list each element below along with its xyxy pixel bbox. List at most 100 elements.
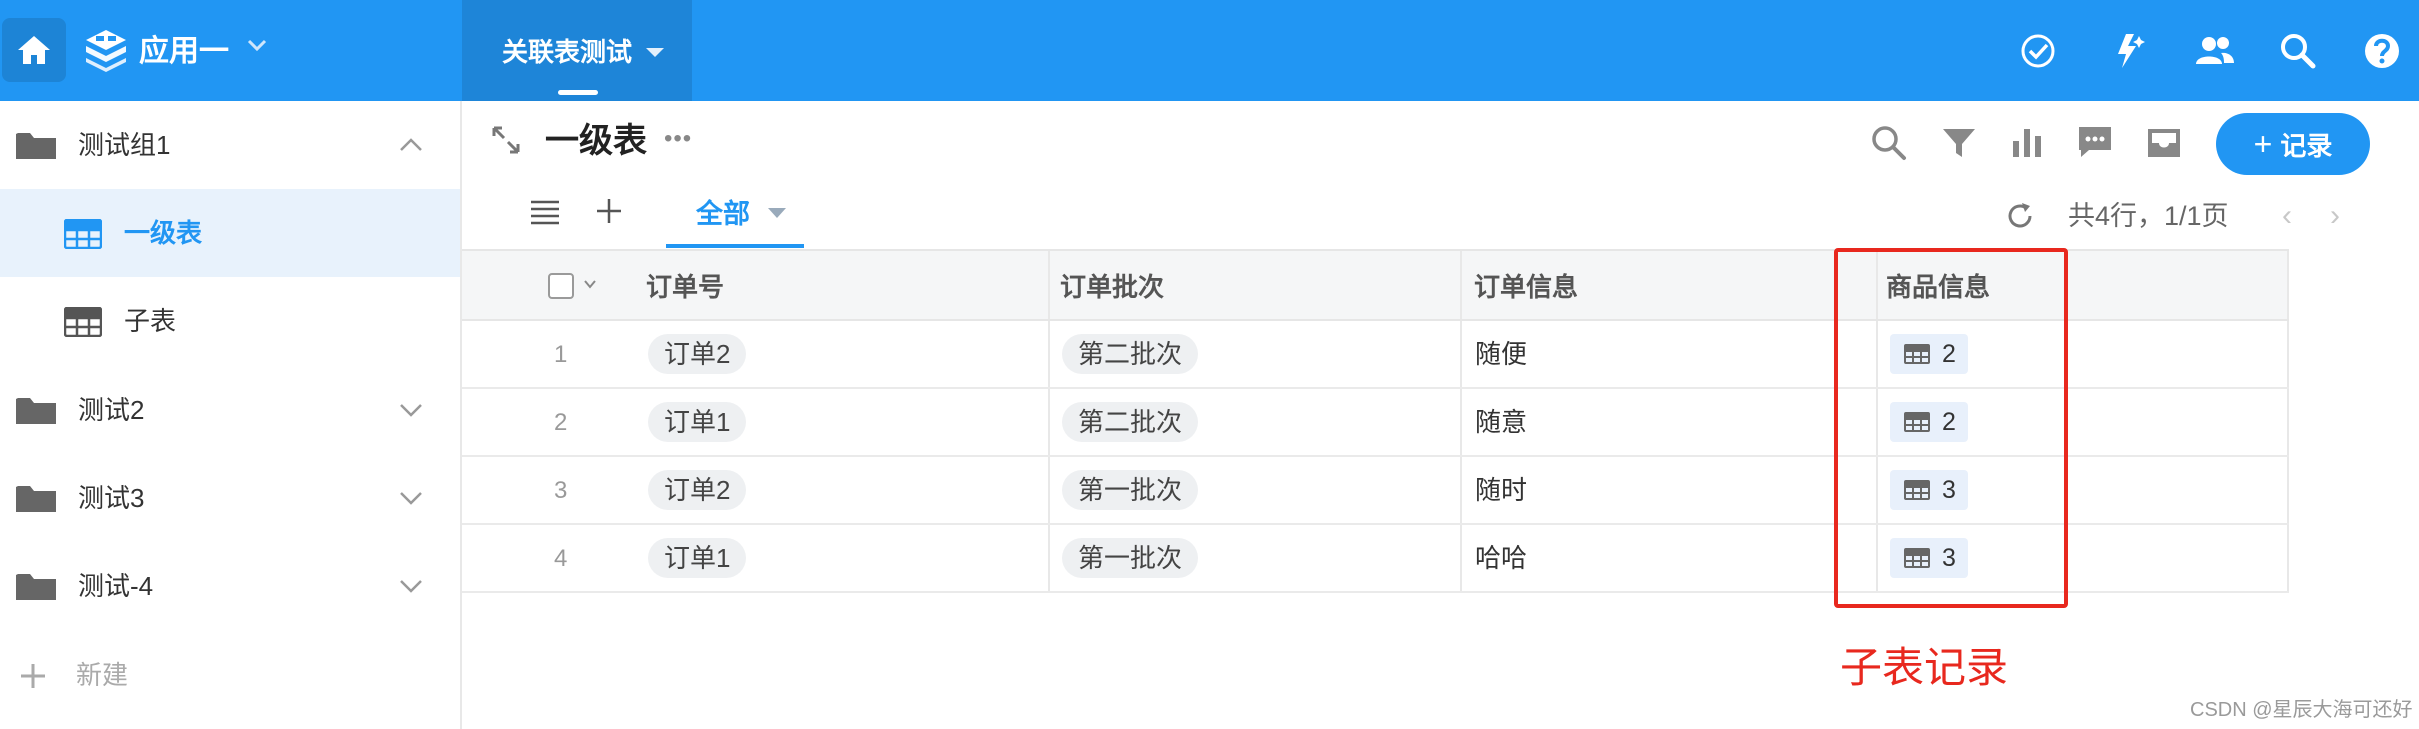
column-divider [2287,525,2289,591]
order-info-cell[interactable]: 哈哈 [1475,539,1527,577]
column-divider [2287,457,2289,523]
column-divider [1048,525,1050,591]
select-all-checkbox[interactable] [548,273,574,299]
next-page-button[interactable]: › [2330,198,2340,234]
app-name[interactable]: 应用一 [139,30,229,74]
column-divider [1460,321,1462,387]
sidebar-group-3[interactable]: 测试3 [0,454,460,542]
chevron-up-icon[interactable] [398,135,424,155]
sidebar-item-label: 一级表 [124,218,203,248]
column-divider[interactable] [1048,251,1050,319]
column-header[interactable]: 订单信息 [1474,269,1578,305]
magic-wand-icon[interactable] [2106,30,2148,72]
plus-icon: + [2253,126,2273,162]
more-options-icon[interactable]: ••• [664,122,692,156]
inbox-icon[interactable] [2144,123,2184,163]
tasks-check-icon[interactable] [2017,30,2059,72]
column-divider [1048,389,1050,455]
chevron-down-icon[interactable] [583,277,597,291]
app-logo-icon [86,30,126,72]
add-view-icon[interactable] [594,196,624,226]
members-icon[interactable] [2194,30,2236,72]
order-tag[interactable]: 订单2 [648,334,747,374]
row-number: 1 [554,341,568,368]
tab-caret-icon[interactable] [646,48,664,57]
column-header[interactable]: 订单号 [646,269,724,305]
prev-page-button[interactable]: ‹ [2282,198,2292,234]
page-title: 一级表 [545,122,647,160]
tab-relation-test-label: 关联表测试 [502,37,633,67]
help-icon[interactable] [2361,30,2403,72]
row-number: 4 [554,545,568,572]
chevron-down-icon[interactable] [398,576,424,596]
view-list-icon[interactable] [529,198,561,226]
column-divider [2287,251,2289,319]
tab-all[interactable]: 全部 [666,188,804,248]
sidebar-group-2[interactable]: 测试2 [0,366,460,454]
column-divider [1460,457,1462,523]
chevron-down-icon[interactable] [398,400,424,420]
filter-icon[interactable] [1939,123,1979,163]
folder-icon [16,486,56,512]
batch-tag[interactable]: 第一批次 [1062,538,1199,578]
tab-active-indicator [558,90,598,95]
app-switch-chevron-icon[interactable] [246,38,268,52]
home-icon [18,36,50,64]
expand-icon[interactable] [490,124,522,156]
sidebar-new-button[interactable]: 新建 [0,631,460,719]
order-tag[interactable]: 订单2 [648,470,747,510]
batch-tag[interactable]: 第二批次 [1062,334,1199,374]
add-record-button[interactable]: + 记录 [2216,113,2370,175]
column-divider [1048,457,1050,523]
tab-active-indicator [666,244,804,248]
sidebar-item-child-table[interactable]: 子表 [0,277,460,365]
folder-icon [16,574,56,600]
sidebar-group-label: 测试3 [78,483,145,513]
row-number: 2 [554,409,568,436]
sidebar: 测试组1 一级表 子表 测试2 测试3 测试-4 新建 [0,101,462,729]
column-divider[interactable] [1460,251,1462,319]
sidebar-group-1[interactable]: 测试组1 [0,101,460,189]
column-divider [2287,389,2289,455]
column-divider [1460,389,1462,455]
home-button[interactable] [2,18,66,82]
sidebar-group-4[interactable]: 测试-4 [0,542,460,630]
pagination-info: 共4行，1/1页 [2068,201,2229,231]
column-divider [2287,321,2289,387]
top-bar: 应用一 关联表测试 [0,0,2419,101]
row-number: 3 [554,477,568,504]
column-header[interactable]: 订单批次 [1060,269,1164,305]
order-tag[interactable]: 订单1 [648,402,747,442]
sidebar-item-label: 子表 [124,306,177,336]
chevron-down-icon[interactable] [398,488,424,508]
search-icon[interactable] [2277,30,2319,72]
folder-icon [16,398,56,424]
column-divider [1048,321,1050,387]
table-grid-icon [64,219,102,249]
sidebar-group-label: 测试-4 [78,571,154,601]
column-divider [1460,525,1462,591]
annotation-label: 子表记录 [1840,644,2009,691]
order-info-cell[interactable]: 随便 [1475,335,1527,373]
comment-icon[interactable] [2075,123,2115,163]
refresh-icon[interactable] [2004,200,2036,232]
order-tag[interactable]: 订单1 [648,538,747,578]
sidebar-group-label: 测试2 [78,395,145,425]
watermark: CSDN @星辰大海可还好 [2190,699,2413,721]
batch-tag[interactable]: 第一批次 [1062,470,1199,510]
sidebar-item-level1-table[interactable]: 一级表 [0,189,460,277]
add-record-label: 记录 [2280,130,2333,161]
chart-icon[interactable] [2007,123,2047,163]
sidebar-group-label: 测试组1 [78,130,171,160]
tab-all-label: 全部 [696,199,750,229]
annotation-highlight-box [1834,248,2068,608]
folder-icon [16,133,56,159]
tab-relation-test[interactable]: 关联表测试 [462,0,692,101]
order-info-cell[interactable]: 随意 [1475,403,1527,441]
order-info-cell[interactable]: 随时 [1475,471,1527,509]
caret-down-icon[interactable] [768,208,786,218]
batch-tag[interactable]: 第二批次 [1062,402,1199,442]
search-icon[interactable] [1869,123,1909,163]
sidebar-new-label: 新建 [76,660,129,690]
table-grid-icon [64,307,102,337]
